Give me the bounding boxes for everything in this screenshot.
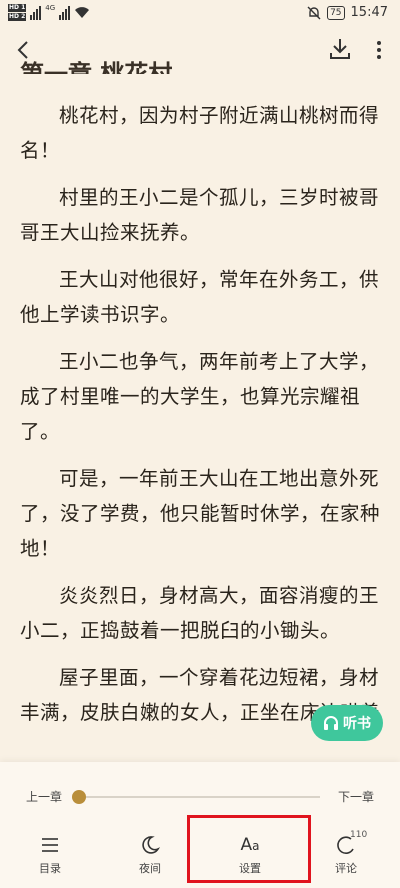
battery-indicator: 75 (327, 5, 345, 20)
status-left: HD 1 HD 2 4G (8, 4, 90, 21)
listen-label: 听书 (343, 716, 371, 732)
paragraph: 炎炎烈日，身材高大，面容消瘦的王小二，正捣鼓着一把脱臼的小锄头。 (20, 584, 380, 642)
mute-bell-icon (307, 6, 321, 19)
more-button[interactable] (372, 38, 386, 62)
paragraph: 王大山对他很好，常年在外务工，供他上学读书识字。 (20, 268, 380, 326)
sim-indicators: HD 1 HD 2 (8, 4, 27, 21)
paragraph: 桃花村，因为村子附近满山桃树而得名！ (20, 104, 380, 162)
sim1-label: HD 1 (8, 4, 27, 12)
reading-content: 桃花村，因为村子附近满山桃树而得名！ 村里的王小二是个孤儿，三岁时被哥哥王大山捡… (20, 98, 388, 742)
list-icon (42, 838, 58, 852)
signal-icon-2 (59, 5, 71, 20)
nav-comments-label: 评论 (335, 862, 357, 875)
prev-chapter-button[interactable]: 上一章 (26, 788, 62, 805)
network-type: 4G (45, 4, 56, 12)
download-icon (330, 39, 350, 59)
status-bar: HD 1 HD 2 4G 75 15:47 (0, 0, 400, 28)
paragraph: 村里的王小二是个孤儿，三岁时被哥哥王大山捡来抚养。 (20, 186, 380, 244)
paragraph: 可是，一年前王大山在工地出意外死了，没了学费，他只能暂时休学，在家种地！ (20, 467, 381, 560)
chapter-progress-slider[interactable] (72, 790, 320, 804)
listen-button[interactable]: 听书 (311, 705, 383, 741)
paragraph: 王小二也争气，两年前考上了大学，成了村里唯一的大学生，也算光宗耀祖了。 (20, 350, 380, 443)
nav-night-mode[interactable]: 夜间 (120, 834, 180, 884)
nav-catalog[interactable]: 目录 (20, 834, 80, 884)
settings-highlight-box (187, 815, 311, 883)
chapter-title-partial: 第一章 桃花村 (20, 46, 220, 74)
next-chapter-button[interactable]: 下一章 (338, 788, 374, 805)
more-vertical-icon (377, 41, 381, 59)
headphones-icon (324, 716, 338, 730)
nav-comments[interactable]: 110 评论 (316, 830, 376, 884)
chapter-title-text: 第一章 桃花村 (20, 60, 173, 74)
comment-count-badge: 110 (350, 830, 368, 840)
clock: 15:47 (350, 5, 388, 20)
wifi-icon (75, 7, 90, 18)
moon-icon (142, 836, 161, 854)
chapter-progress-row: 上一章 下一章 (0, 786, 400, 806)
download-button[interactable] (326, 35, 354, 63)
sim2-label: HD 2 (8, 13, 27, 21)
nav-night-label: 夜间 (139, 862, 161, 875)
nav-catalog-label: 目录 (39, 862, 61, 875)
signal-icon (30, 5, 42, 20)
status-right: 75 15:47 (307, 5, 388, 20)
slider-thumb[interactable] (72, 790, 86, 804)
